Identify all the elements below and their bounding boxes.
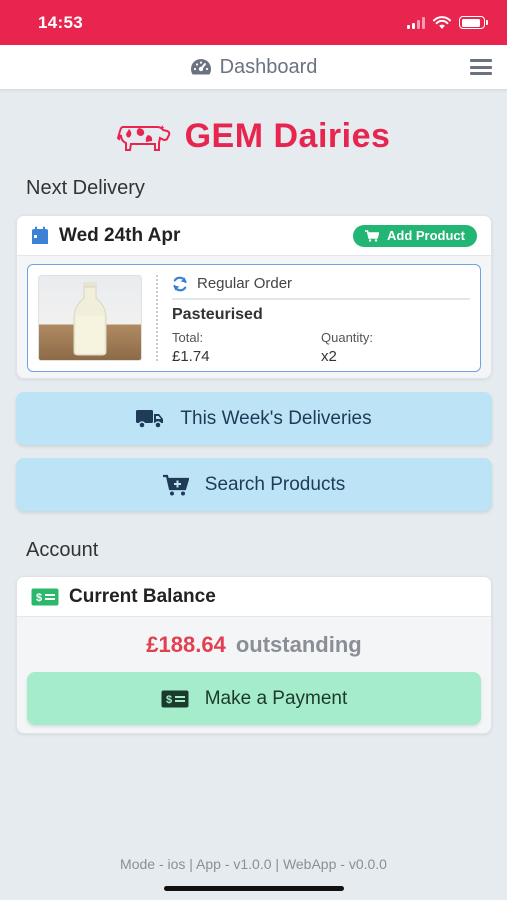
cow-icon [116, 125, 170, 151]
balance-card: $ Current Balance £188.64 outstanding $ … [16, 576, 492, 734]
status-time: 14:53 [38, 12, 83, 32]
calendar-icon [32, 226, 48, 244]
search-products-button[interactable]: Search Products [16, 458, 492, 511]
balance-card-header: $ Current Balance [17, 577, 491, 617]
home-indicator[interactable] [164, 886, 344, 891]
order-divider [156, 275, 158, 361]
battery-icon [459, 16, 488, 29]
payment-card-icon: $ [161, 690, 189, 707]
balance-amount: £188.64 [146, 631, 226, 657]
cellular-signal-icon [407, 16, 425, 29]
quantity-label: Quantity: [321, 330, 374, 345]
page-title-text: Dashboard [219, 55, 318, 78]
make-payment-button[interactable]: $ Make a Payment [27, 672, 481, 725]
add-product-label: Add Product [387, 228, 465, 243]
money-bill-icon: $ [31, 588, 59, 605]
order-total: Total: £1.74 [172, 330, 321, 365]
dashboard-gauge-icon [190, 59, 211, 75]
order-item[interactable]: Regular Order Pasteurised Total: £1.74 Q… [27, 264, 481, 372]
quantity-value: x2 [321, 348, 337, 365]
account-heading: Account [26, 539, 99, 561]
product-image [38, 275, 142, 361]
cart-plus-icon [162, 474, 189, 495]
delivery-card-header: Wed 24th Apr Add Product [17, 216, 491, 256]
balance-card-title: Current Balance [69, 585, 216, 607]
status-bar: 14:53 [0, 0, 507, 45]
order-quantity: Quantity: x2 [321, 330, 470, 365]
cart-icon [365, 229, 379, 242]
brand-name: GEM Dairies [184, 116, 391, 155]
search-products-label: Search Products [204, 473, 346, 495]
deliveries-label: This Week's Deliveries [180, 407, 372, 429]
make-payment-label: Make a Payment [204, 687, 348, 709]
version-footer: Mode - ios | App - v1.0.0 | WebApp - v0.… [120, 856, 387, 872]
delivery-date: Wed 24th Apr [59, 224, 181, 246]
wifi-icon [433, 15, 451, 29]
balance-status: outstanding [235, 631, 362, 657]
status-icons [407, 15, 488, 30]
add-product-button[interactable]: Add Product [353, 224, 477, 247]
total-label: Total: [172, 330, 204, 345]
next-delivery-card: Wed 24th Apr Add Product Regular Order P… [16, 215, 492, 379]
milk-bottle-icon [73, 282, 107, 356]
top-nav-bar: Dashboard [0, 45, 507, 90]
svg-text:$: $ [36, 592, 42, 604]
brand-logo: GEM Dairies [0, 112, 507, 160]
svg-text:$: $ [166, 694, 172, 706]
total-value: £1.74 [172, 348, 210, 365]
order-info: Regular Order Pasteurised Total: £1.74 Q… [172, 275, 470, 365]
order-type-label: Regular Order [197, 275, 293, 292]
hamburger-menu-icon[interactable] [470, 59, 492, 75]
delivery-truck-icon [136, 409, 164, 429]
next-delivery-heading: Next Delivery [26, 177, 145, 199]
product-name: Pasteurised [172, 306, 263, 323]
page-title: Dashboard [190, 55, 318, 79]
this-weeks-deliveries-button[interactable]: This Week's Deliveries [16, 392, 492, 445]
refresh-sync-icon [173, 276, 187, 291]
balance-summary: £188.64 outstanding [17, 617, 491, 672]
order-details: Total: £1.74 Quantity: x2 [172, 330, 470, 365]
order-type: Regular Order [172, 275, 470, 300]
